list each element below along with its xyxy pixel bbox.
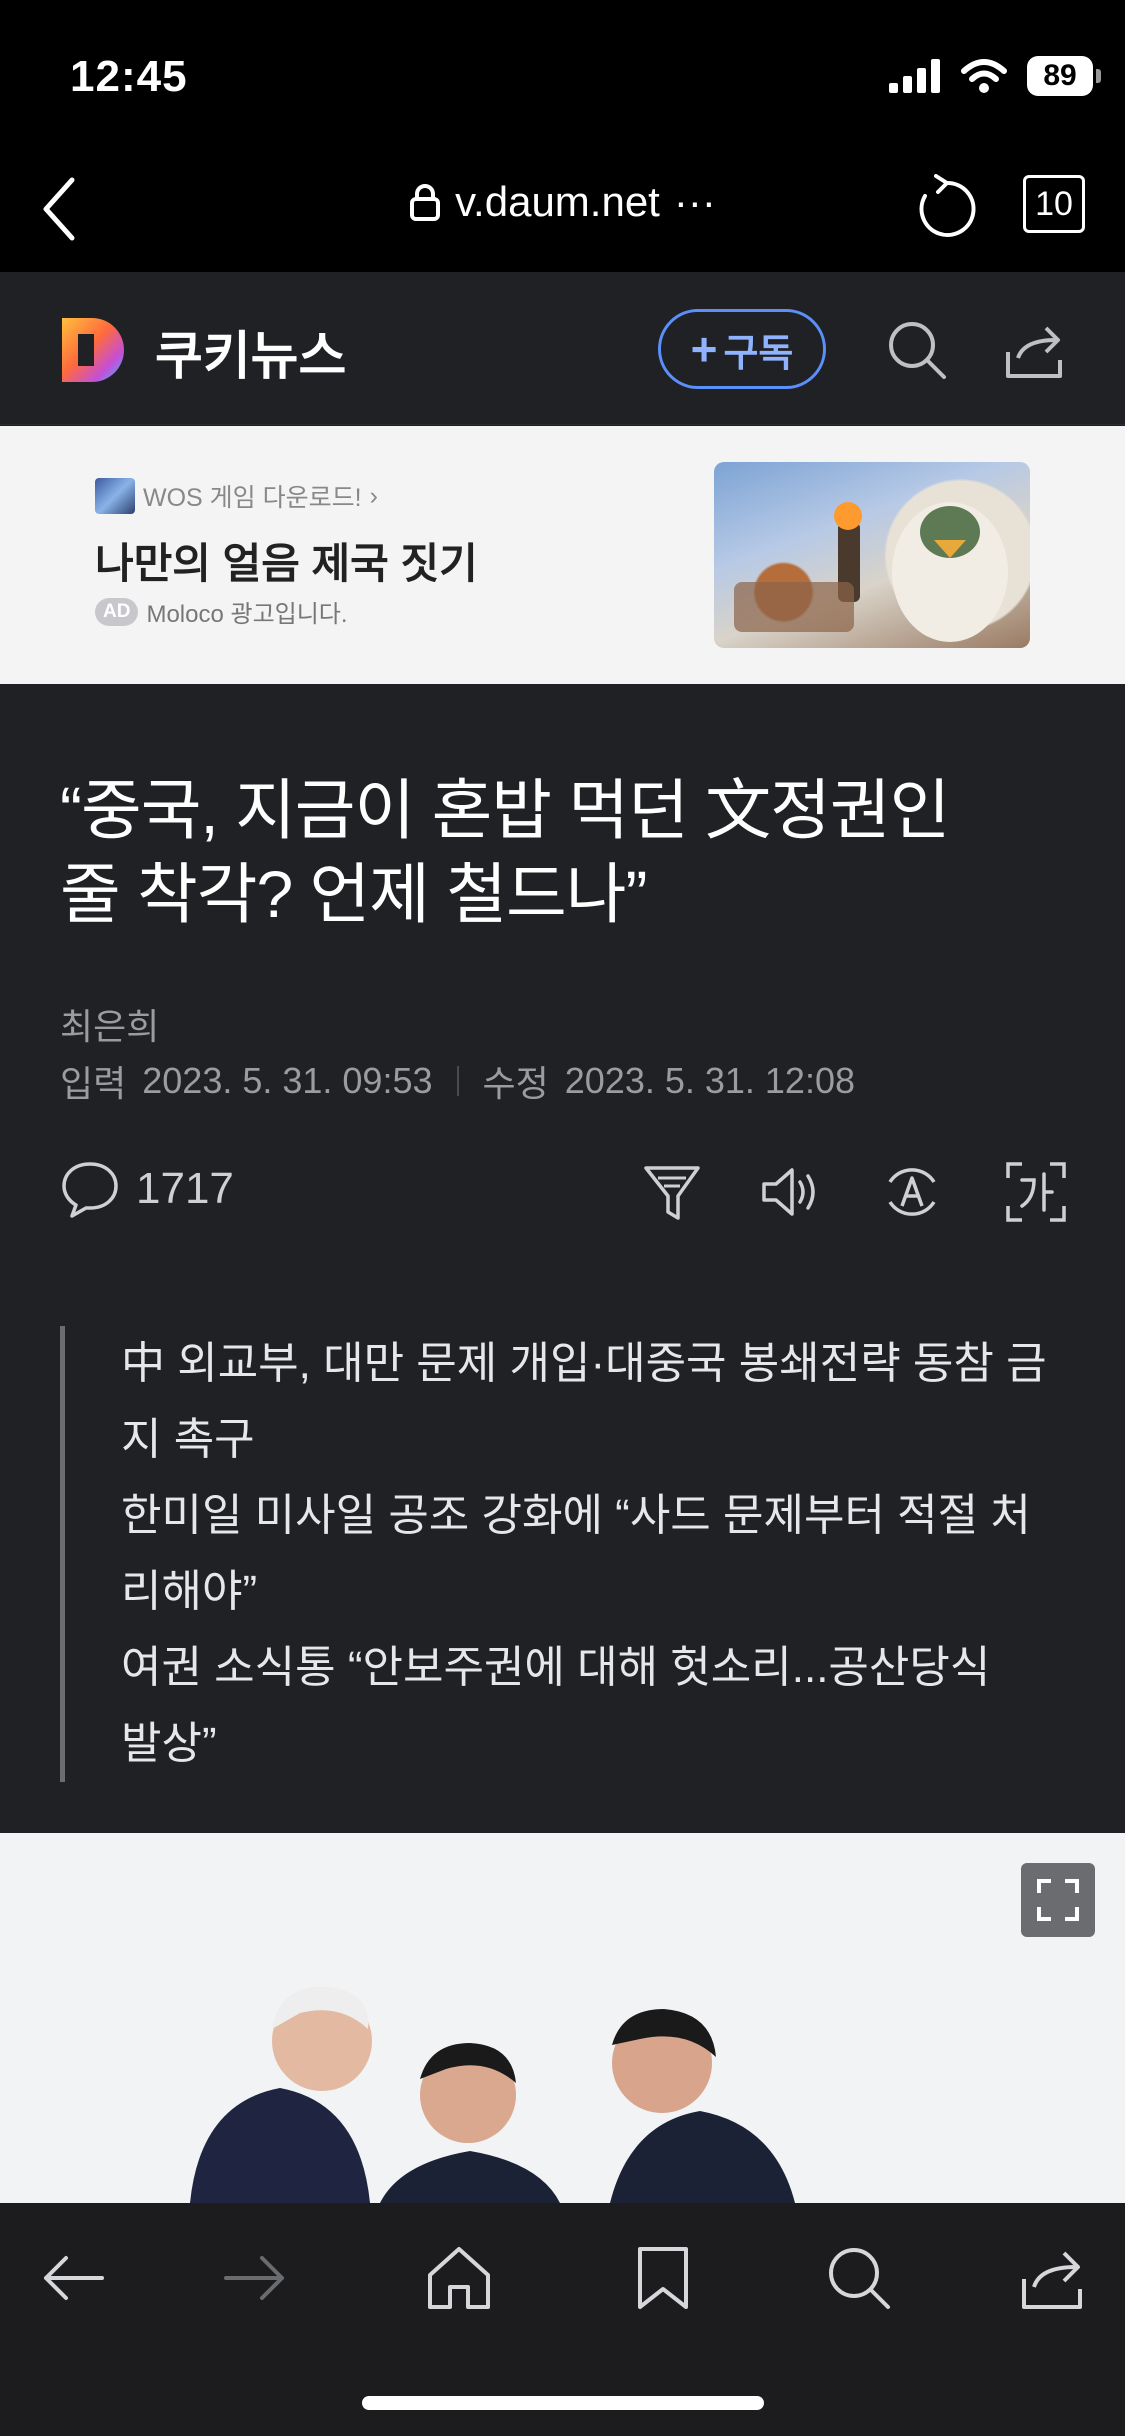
edit-label: 수정 <box>482 1063 549 1104</box>
ad-badge: AD <box>95 597 139 626</box>
home-indicator <box>362 2396 764 2410</box>
ad-title[interactable]: 나만의 얼음 제국 짓기 <box>95 530 478 591</box>
forward-arrow-icon[interactable] <box>220 2243 290 2313</box>
game-app-icon <box>95 478 135 514</box>
status-bar: 12:45 89 <box>0 0 1125 160</box>
comment-icon <box>62 1162 118 1218</box>
home-icon[interactable] <box>424 2243 494 2313</box>
ad-advertiser: Moloco 광고입니다. <box>146 601 348 628</box>
summary-line: 지 촉구 <box>121 1415 255 1464</box>
article-toolbar: 1717 <box>60 1160 1070 1228</box>
summary-line: 발상” <box>121 1719 217 1768</box>
article-dates: 입력 2023. 5. 31. 09:53 수정 2023. 5. 31. 12… <box>60 1055 855 1107</box>
ad-source-text: WOS 게임 다운로드! <box>143 484 362 512</box>
ad-meta: AD Moloco 광고입니다. <box>95 594 348 629</box>
status-time: 12:45 <box>70 52 188 101</box>
article-photo[interactable] <box>0 1833 1125 2203</box>
status-icons: 89 <box>889 56 1101 96</box>
subscribe-label: 구독 <box>723 332 794 375</box>
summary-line: 中 외교부, 대만 문제 개입·대중국 봉쇄전략 동참 금 <box>121 1339 1047 1388</box>
reload-icon[interactable] <box>916 174 978 240</box>
subscribe-button[interactable]: + 구독 <box>658 309 826 389</box>
wifi-icon <box>961 59 1007 93</box>
search-icon[interactable] <box>886 319 948 381</box>
translate-icon[interactable] <box>1004 1160 1068 1224</box>
chevron-right-icon: › <box>369 481 378 510</box>
plus-icon: + <box>690 323 718 375</box>
browser-bar: v.daum.net ··· 10 <box>0 160 1125 272</box>
tab-count-button[interactable]: 10 <box>1023 175 1085 233</box>
input-date: 2023. 5. 31. 09:53 <box>142 1060 433 1101</box>
fullscreen-icon <box>1037 1879 1079 1921</box>
search-icon[interactable] <box>824 2243 894 2313</box>
summary-line: 리해야” <box>121 1567 258 1616</box>
signal-icon <box>889 59 940 93</box>
kuki-logo-icon[interactable] <box>58 314 128 386</box>
comment-count: 1717 <box>136 1164 234 1213</box>
filter-icon[interactable] <box>640 1160 704 1224</box>
date-divider <box>456 1066 459 1096</box>
article-headline: “중국, 지금이 혼밥 먹던 文정권인 줄 착각? 언제 철드나” <box>60 768 1070 936</box>
leaders-photo <box>0 1833 1125 2203</box>
expand-button[interactable] <box>1021 1863 1095 1937</box>
more-icon[interactable]: ··· <box>674 178 716 226</box>
share-icon[interactable] <box>1018 2243 1088 2313</box>
text-size-icon[interactable] <box>880 1160 944 1224</box>
brand-name[interactable]: 쿠키뉴스 <box>155 314 346 389</box>
site-header: 쿠키뉴스 + 구독 <box>0 272 1125 425</box>
back-arrow-icon[interactable] <box>38 2243 108 2313</box>
edit-date: 2023. 5. 31. 12:08 <box>564 1060 855 1101</box>
ad-source[interactable]: WOS 게임 다운로드! › <box>95 478 378 514</box>
ad-image[interactable] <box>714 462 1030 648</box>
url-text: v.daum.net <box>455 178 660 225</box>
ad-banner[interactable]: WOS 게임 다운로드! › 나만의 얼음 제국 짓기 AD Moloco 광고… <box>0 426 1125 684</box>
article-summary: 中 외교부, 대만 문제 개입·대중국 봉쇄전략 동참 금 지 촉구 한미일 미… <box>60 1326 1070 1782</box>
summary-line: 여권 소식통 “안보주권에 대해 헛소리...공산당식 <box>121 1643 991 1692</box>
share-icon[interactable] <box>1004 322 1066 380</box>
input-label: 입력 <box>60 1063 127 1104</box>
headline-line-2: 줄 착각? 언제 철드나” <box>60 857 647 931</box>
summary-line: 한미일 미사일 공조 강화에 “사드 문제부터 적절 처 <box>121 1491 1031 1540</box>
lock-icon <box>410 184 441 221</box>
comment-button[interactable]: 1717 <box>60 1160 234 1218</box>
bookmark-icon[interactable] <box>628 2243 698 2313</box>
headline-line-1: “중국, 지금이 혼밥 먹던 文정권인 <box>60 773 950 847</box>
battery-indicator: 89 <box>1027 56 1101 96</box>
article-author[interactable]: 최은희 <box>60 998 159 1050</box>
speaker-icon[interactable] <box>758 1160 822 1224</box>
